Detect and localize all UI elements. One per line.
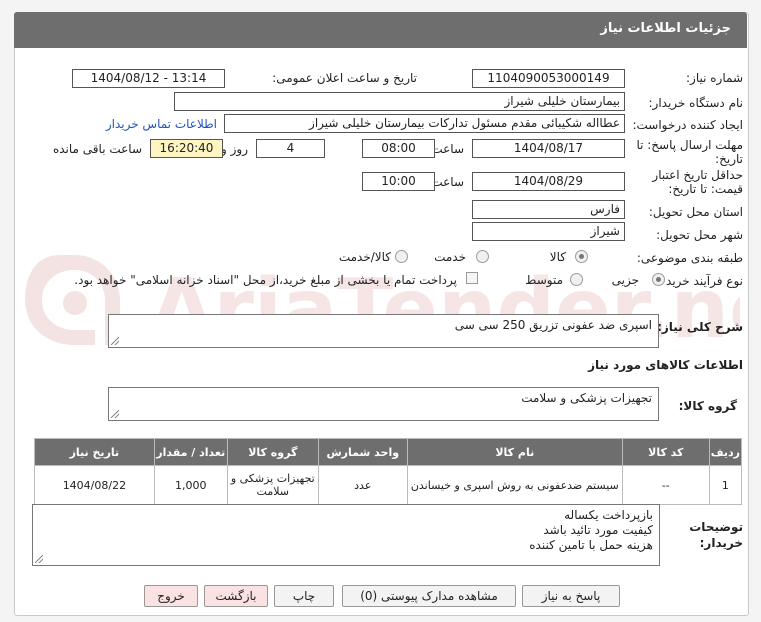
- creator-label: ایجاد کننده درخواست:: [632, 118, 743, 132]
- remaining-time-field: 16:20:40: [150, 139, 223, 158]
- category-option-service: خدمت: [434, 250, 466, 264]
- goods-table: ردیف کد کالا نام کالا واحد شمارش گروه کا…: [34, 438, 743, 505]
- cell-date: 1404/08/22: [34, 465, 155, 505]
- buyer-field: بیمارستان خلیلی شیراز: [174, 92, 625, 111]
- group-label: گروه کالا:: [678, 399, 737, 413]
- treasury-payment-checkbox[interactable]: [466, 272, 478, 284]
- buyer-contact-link[interactable]: اطلاعات تماس خریدار: [106, 117, 217, 131]
- exit-button[interactable]: خروج: [144, 585, 198, 607]
- validity-label: حداقل تاریخ اعتبار: [652, 168, 743, 182]
- deadline-label: مهلت ارسال پاسخ: تا: [636, 138, 743, 152]
- notes-label: توضیحات: [689, 520, 743, 534]
- col-code: کد کالا: [621, 438, 710, 466]
- creator-field: عطااله شکیبائی مقدم مسئول تدارکات بیمارس…: [224, 114, 625, 133]
- days-label: روز و: [221, 142, 248, 156]
- cell-name: سیستم ضدعفونی به روش اسپری و خیساندن: [406, 465, 623, 505]
- table-row: 1 -- سیستم ضدعفونی به روش اسپری و خیساند…: [34, 465, 743, 505]
- cell-code: --: [621, 465, 710, 505]
- col-group: گروه کالا: [226, 438, 319, 466]
- resize-grip-icon[interactable]: [35, 555, 43, 563]
- cell-group: تجهیزات پزشکی و سلامت: [226, 465, 319, 505]
- announce-field: 1404/08/12 - 13:14: [72, 69, 225, 88]
- buyer-notes-field: بازپرداخت یکساله کیفیت مورد تائید باشد ه…: [32, 504, 660, 566]
- deadline-time-field: 08:00: [362, 139, 435, 158]
- treasury-payment-note: پرداخت تمام یا بخشی از مبلغ خرید،از محل …: [74, 273, 457, 287]
- need-number-label: شماره نیاز:: [686, 71, 743, 85]
- cell-qty: 1,000: [153, 465, 228, 505]
- province-field: فارس: [472, 200, 625, 219]
- category-radio-goods-service[interactable]: [395, 250, 408, 263]
- category-option-goods-service: کالا/خدمت: [338, 250, 391, 264]
- page-title: جزئیات اطلاعات نیاز: [600, 21, 731, 36]
- validity-label-2: قیمت: تا تاریخ:: [668, 182, 743, 196]
- col-row: ردیف: [708, 438, 743, 466]
- notes-line: هزینه حمل با تامین کننده: [529, 538, 653, 552]
- process-option-medium: متوسط: [525, 273, 563, 287]
- col-qty: تعداد / مقدار: [153, 438, 228, 466]
- validity-time-label: ساعت: [431, 175, 464, 189]
- desc-text: اسپری ضد عفونی تزریق 250 سی سی: [454, 318, 652, 332]
- process-option-minor: جزیی: [611, 273, 639, 287]
- desc-label: شرح کلی نیاز:: [657, 320, 743, 334]
- days-field: 4: [256, 139, 325, 158]
- table-header-row: ردیف کد کالا نام کالا واحد شمارش گروه کا…: [34, 438, 743, 466]
- validity-date-field: 1404/08/29: [472, 172, 625, 191]
- process-radio-medium[interactable]: [570, 273, 583, 286]
- goods-info-title: اطلاعات کالاهای مورد نیاز: [588, 358, 743, 372]
- group-text: تجهیزات پزشکی و سلامت: [521, 391, 652, 405]
- buyer-label: نام دستگاه خریدار:: [648, 96, 744, 110]
- group-field: تجهیزات پزشکی و سلامت: [108, 387, 659, 421]
- print-button[interactable]: چاپ: [274, 585, 334, 607]
- resize-grip-icon[interactable]: [111, 410, 119, 418]
- reply-button[interactable]: پاسخ به نیاز: [522, 585, 620, 607]
- notes-label-2: خریدار:: [699, 536, 743, 550]
- deadline-date-field: 1404/08/17: [472, 139, 625, 158]
- deadline-time-label: ساعت: [431, 142, 464, 156]
- resize-grip-icon[interactable]: [111, 337, 119, 345]
- deadline-label-2: تاریخ:: [715, 152, 743, 166]
- category-radio-service[interactable]: [476, 250, 489, 263]
- need-number-field: 1104090053000149: [472, 69, 625, 88]
- page-header: جزئیات اطلاعات نیاز: [14, 12, 747, 48]
- city-label: شهر محل تحویل:: [656, 228, 743, 242]
- announce-label: تاریخ و ساعت اعلان عمومی:: [272, 71, 417, 85]
- attachments-button[interactable]: مشاهده مدارک پیوستی (0): [342, 585, 516, 607]
- cell-row: 1: [708, 465, 743, 505]
- validity-time-field: 10:00: [362, 172, 435, 191]
- process-label: نوع فرآیند خرید :: [658, 274, 743, 288]
- remaining-label: ساعت باقی مانده: [52, 142, 142, 156]
- back-button[interactable]: بازگشت: [204, 585, 268, 607]
- province-label: استان محل تحویل:: [648, 205, 743, 219]
- notes-line: بازپرداخت یکساله: [564, 508, 653, 522]
- desc-field: اسپری ضد عفونی تزریق 250 سی سی: [108, 314, 659, 348]
- category-radio-goods[interactable]: [575, 250, 588, 263]
- city-field: شیراز: [472, 222, 625, 241]
- col-unit: واحد شمارش: [317, 438, 408, 466]
- notes-line: کیفیت مورد تائید باشد: [543, 523, 653, 537]
- col-name: نام کالا: [406, 438, 623, 466]
- category-option-goods: کالا: [549, 250, 566, 264]
- cell-unit: عدد: [317, 465, 408, 505]
- col-date: تاریخ نیاز: [34, 438, 155, 466]
- process-radio-minor[interactable]: [652, 273, 665, 286]
- category-label: طبقه بندی موضوعی:: [636, 251, 743, 265]
